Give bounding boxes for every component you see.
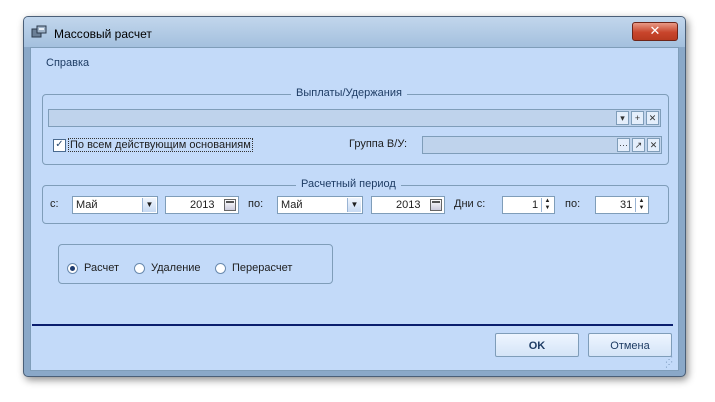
payments-combo[interactable]: ▾ + ✕ <box>48 109 661 127</box>
group-combo[interactable]: ··· ↗ ✕ <box>422 136 662 154</box>
from-month-value: Май <box>76 199 98 211</box>
days-from-label: Дни с: <box>454 198 486 210</box>
radio-recalc-label[interactable]: Перерасчет <box>232 262 292 274</box>
payments-legend: Выплаты/Удержания <box>291 87 407 99</box>
mode-group: Расчет Удаление Перерасчет <box>58 244 333 284</box>
pin-icon[interactable]: ↗ <box>632 138 645 152</box>
add-icon[interactable]: + <box>631 111 644 125</box>
resize-grip-icon[interactable]: ⋰ ⋰ <box>665 356 675 369</box>
radio-calc-label[interactable]: Расчет <box>84 262 119 274</box>
calendar-icon[interactable] <box>224 199 236 211</box>
separator-line <box>32 324 673 326</box>
chevron-down-icon[interactable]: ▼ <box>142 198 156 212</box>
days-to-label: по: <box>565 198 581 210</box>
calendar-icon[interactable] <box>430 199 442 211</box>
close-button[interactable]: ✕ <box>632 22 678 41</box>
period-legend: Расчетный период <box>296 178 401 190</box>
period-group: Расчетный период с: Май ▼ 2013 по: Май ▼… <box>42 178 669 224</box>
spin-icon[interactable]: ▲ ▼ <box>635 198 647 212</box>
ok-button[interactable]: OK <box>495 333 579 357</box>
from-year-field[interactable]: 2013 <box>165 196 239 214</box>
from-month-select[interactable]: Май ▼ <box>72 196 158 214</box>
dropdown-icon[interactable]: ▾ <box>616 111 629 125</box>
to-year-value: 2013 <box>396 199 421 211</box>
from-label: с: <box>50 198 59 210</box>
group-label: Группа В/У: <box>349 138 408 150</box>
chevron-down-icon[interactable]: ▼ <box>347 198 361 212</box>
days-from-spinner[interactable]: 1 ▲ ▼ <box>502 196 555 214</box>
clear-group-icon[interactable]: ✕ <box>647 138 660 152</box>
app-icon <box>31 25 47 38</box>
window-title: Массовый расчет <box>54 27 152 41</box>
clear-icon[interactable]: ✕ <box>646 111 659 125</box>
all-grounds-label[interactable]: По всем действующим основаниям <box>68 138 253 152</box>
dialog-body: Справка Выплаты/Удержания ▾ + ✕ ✓ По все… <box>30 47 679 371</box>
to-year-field[interactable]: 2013 <box>371 196 445 214</box>
radio-delete-label[interactable]: Удаление <box>151 262 201 274</box>
menu-item-help[interactable]: Справка <box>46 57 89 69</box>
payments-group: Выплаты/Удержания ▾ + ✕ ✓ По всем действ… <box>42 87 669 165</box>
radio-delete[interactable] <box>134 263 145 274</box>
cancel-button[interactable]: Отмена <box>588 333 672 357</box>
to-month-value: Май <box>281 199 303 211</box>
radio-recalc[interactable] <box>215 263 226 274</box>
days-from-value: 1 <box>532 199 539 211</box>
to-month-select[interactable]: Май ▼ <box>277 196 363 214</box>
spin-icon[interactable]: ▲ ▼ <box>541 198 553 212</box>
days-to-value: 31 <box>620 199 633 211</box>
from-year-value: 2013 <box>190 199 215 211</box>
to-label: по: <box>248 198 264 210</box>
title-bar[interactable]: Массовый расчет ✕ <box>24 17 685 47</box>
days-to-spinner[interactable]: 31 ▲ ▼ <box>595 196 649 214</box>
dots-icon[interactable]: ··· <box>617 138 630 152</box>
all-grounds-checkbox[interactable]: ✓ <box>53 139 66 152</box>
mass-calc-dialog: Массовый расчет ✕ Справка Выплаты/Удержа… <box>23 16 686 377</box>
radio-calc[interactable] <box>67 263 78 274</box>
